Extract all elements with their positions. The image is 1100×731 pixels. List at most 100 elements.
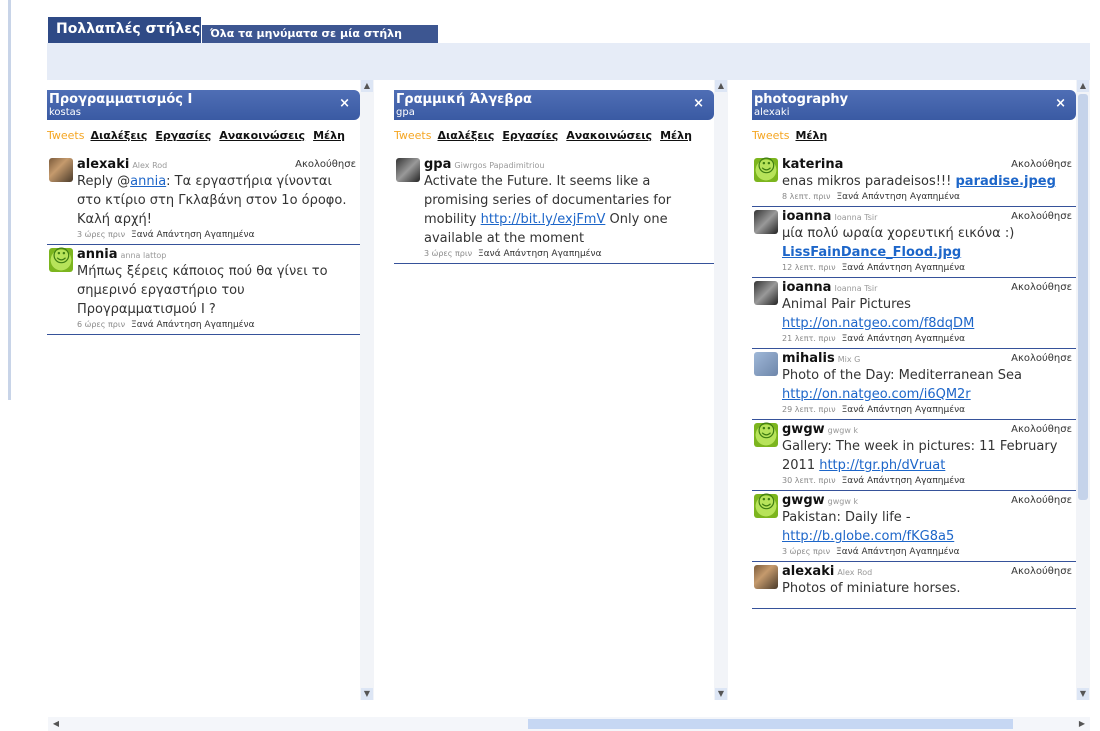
close-icon[interactable]: × xyxy=(339,96,350,111)
follow-button[interactable]: Ακολούθησε xyxy=(1011,566,1072,577)
tweet-link[interactable]: http://b.globe.com/fKG8a5 xyxy=(782,529,954,544)
tweet-text: Reply @annia: Τα εργαστήρια γίνονται στο… xyxy=(77,172,360,229)
nav-link[interactable]: Ανακοινώσεις xyxy=(566,129,652,142)
follow-button[interactable]: Ακολούθησε xyxy=(1011,211,1072,222)
tweet-actions[interactable]: Ξανά Απάντηση Αγαπημένα xyxy=(842,476,965,486)
column-programming: Προγραμματισμός Ιkostas × Tweets Διαλέξεις Ε… xyxy=(47,80,360,700)
nav-tweets-label[interactable]: Tweets xyxy=(752,129,789,142)
tweet-time: 6 ώρες πριν xyxy=(77,320,126,329)
nav-link[interactable]: Μέλη xyxy=(660,129,692,142)
tweet-link[interactable]: http://tgr.ph/dVruat xyxy=(819,458,945,473)
column-programming-scrollbar[interactable]: ▲ ▼ xyxy=(360,80,374,700)
tweet-text-part: μία πολύ ωραία χορευτική εικόνα :) xyxy=(782,226,1015,241)
tweet-link[interactable]: annia xyxy=(130,174,166,189)
tweet-link[interactable]: http://on.natgeo.com/f8dqDM xyxy=(782,316,974,331)
scroll-left-arrow-icon[interactable]: ◀ xyxy=(50,718,62,730)
tab-multiple-columns[interactable]: Πολλαπλές στήλες xyxy=(48,17,201,44)
column-owner: gpa xyxy=(396,107,415,118)
horizontal-scroll-thumb[interactable] xyxy=(528,719,1013,729)
tweet-text-part: Reply @ xyxy=(77,174,131,189)
tweet-username[interactable]: alexaki xyxy=(77,157,129,172)
tweet-username[interactable]: annia xyxy=(77,247,118,262)
nav-link[interactable]: Μέλη xyxy=(313,129,345,142)
tweet-meta: 3 ώρες πριν Ξανά Απάντηση Αγαπημένα xyxy=(782,547,1076,557)
tweet-actions[interactable]: Ξανά Απάντηση Αγαπημένα xyxy=(478,249,601,259)
nav-link[interactable]: Εργασίες xyxy=(155,129,211,142)
close-icon[interactable]: × xyxy=(1055,96,1066,111)
nav-link[interactable]: Διαλέξεις xyxy=(437,129,494,142)
avatar[interactable] xyxy=(754,156,778,182)
tweet-realname: Ioanna Tsir xyxy=(834,213,878,222)
tweet-realname: Giwrgos Papadimitriou xyxy=(454,161,545,170)
nav-link[interactable]: Διαλέξεις xyxy=(90,129,147,142)
tweet-meta: 3 ώρες πριν Ξανά Απάντηση Αγαπημένα xyxy=(424,249,714,259)
tweet-link[interactable]: LissFainDance_Flood.jpg xyxy=(782,245,961,260)
avatar[interactable] xyxy=(754,421,778,447)
tweet-link[interactable]: http://bit.ly/exjFmV xyxy=(481,212,606,227)
tweet-meta: 3 ώρες πριν Ξανά Απάντηση Αγαπημένα xyxy=(77,230,360,240)
tweet-actions[interactable]: Ξανά Απάντηση Αγαπημένα xyxy=(131,320,254,330)
tweet-link[interactable]: paradise.jpeg xyxy=(956,174,1056,189)
tweet-item: gpa Giwrgos Papadimitriou Activate the Fut… xyxy=(394,155,714,264)
column-photography-scrollbar[interactable]: ▲ ▼ xyxy=(1076,80,1090,700)
tab-all-in-one-column[interactable]: Όλα τα μηνύματα σε μία στήλη xyxy=(202,25,438,43)
follow-button[interactable]: Ακολούθησε xyxy=(1011,495,1072,506)
tweet-username[interactable]: mihalis xyxy=(782,351,835,366)
tweet-realname: Mix G xyxy=(837,355,861,364)
follow-button[interactable]: Ακολούθησε xyxy=(295,159,356,170)
close-icon[interactable]: × xyxy=(693,96,704,111)
nav-link[interactable]: Ανακοινώσεις xyxy=(219,129,305,142)
tweet-actions[interactable]: Ξανά Απάντηση Αγαπημένα xyxy=(842,263,965,273)
avatar[interactable] xyxy=(49,246,73,272)
tweet-actions[interactable]: Ξανά Απάντηση Αγαπημένα xyxy=(842,334,965,344)
nav-link[interactable]: Μέλη xyxy=(795,129,827,142)
avatar[interactable] xyxy=(754,281,778,305)
column-nav: Tweets Μέλη xyxy=(752,129,1076,147)
follow-button[interactable]: Ακολούθησε xyxy=(1011,353,1072,364)
tweet-username[interactable]: alexaki xyxy=(782,564,834,579)
tweet-item: katerina Ακολούθησε enas mikros paradeisos… xyxy=(752,155,1076,207)
tweet-username[interactable]: gwgw xyxy=(782,422,825,437)
avatar[interactable] xyxy=(49,158,73,182)
avatar[interactable] xyxy=(754,210,778,234)
tweet-username[interactable]: katerina xyxy=(782,157,843,172)
tweet-username[interactable]: ioanna xyxy=(782,209,831,224)
avatar[interactable] xyxy=(754,565,778,589)
scroll-down-arrow-icon[interactable]: ▼ xyxy=(1077,688,1089,700)
tweet-username[interactable]: gpa xyxy=(424,157,451,172)
avatar[interactable] xyxy=(754,492,778,518)
avatar[interactable] xyxy=(754,352,778,376)
tweet-header: annia anna lattop xyxy=(77,247,360,262)
follow-button[interactable]: Ακολούθησε xyxy=(1011,282,1072,293)
column-title: Προγραμματισμός Ι xyxy=(49,92,193,107)
horizontal-scrollbar[interactable]: ◀ ▶ xyxy=(48,717,1090,731)
scroll-up-arrow-icon[interactable]: ▲ xyxy=(715,80,727,92)
scroll-up-arrow-icon[interactable]: ▲ xyxy=(361,80,373,92)
tweet-text: Activate the Future. It seems like a pro… xyxy=(424,172,714,248)
tweet-username[interactable]: ioanna xyxy=(782,280,831,295)
tweet-actions[interactable]: Ξανά Απάντηση Αγαπημένα xyxy=(842,405,965,415)
nav-tweets-label[interactable]: Tweets xyxy=(394,129,431,142)
nav-tweets-label[interactable]: Tweets xyxy=(47,129,84,142)
follow-button[interactable]: Ακολούθησε xyxy=(1011,424,1072,435)
nav-link[interactable]: Εργασίες xyxy=(502,129,558,142)
tweet-item: gwgwgwgw k Ακολούθησε Gallery: The week in… xyxy=(752,420,1076,491)
tweet-item: alexaki Alex Rod Ακολούθησε Photos of minia… xyxy=(752,562,1076,609)
tweet-text: Animal Pair Pictures http://on.natgeo.co… xyxy=(782,295,1076,333)
scroll-down-arrow-icon[interactable]: ▼ xyxy=(361,688,373,700)
tweet-actions[interactable]: Ξανά Απάντηση Αγαπημένα xyxy=(131,230,254,240)
scroll-down-arrow-icon[interactable]: ▼ xyxy=(715,688,727,700)
tweet-actions[interactable]: Ξανά Απάντηση Αγαπημένα xyxy=(836,547,959,557)
tweet-meta: 6 ώρες πριν Ξανά Απάντηση Αγαπημένα xyxy=(77,320,360,330)
follow-button[interactable]: Ακολούθησε xyxy=(1011,159,1072,170)
scroll-up-arrow-icon[interactable]: ▲ xyxy=(1077,80,1089,92)
avatar[interactable] xyxy=(396,158,420,182)
column-linear-algebra-scrollbar[interactable]: ▲ ▼ xyxy=(714,80,728,700)
tweet-link[interactable]: http://on.natgeo.com/i6QM2r xyxy=(782,387,971,402)
tweet-username[interactable]: gwgw xyxy=(782,493,825,508)
scroll-right-arrow-icon[interactable]: ▶ xyxy=(1076,718,1088,730)
tweet-list: katerina Ακολούθησε enas mikros paradeisos… xyxy=(752,155,1076,609)
tweet-actions[interactable]: Ξανά Απάντηση Αγαπημένα xyxy=(836,192,959,202)
tweet-item: ioanna Ioanna Tsir Ακολούθησε Animal Pair P… xyxy=(752,278,1076,349)
scroll-thumb[interactable] xyxy=(1078,94,1088,500)
